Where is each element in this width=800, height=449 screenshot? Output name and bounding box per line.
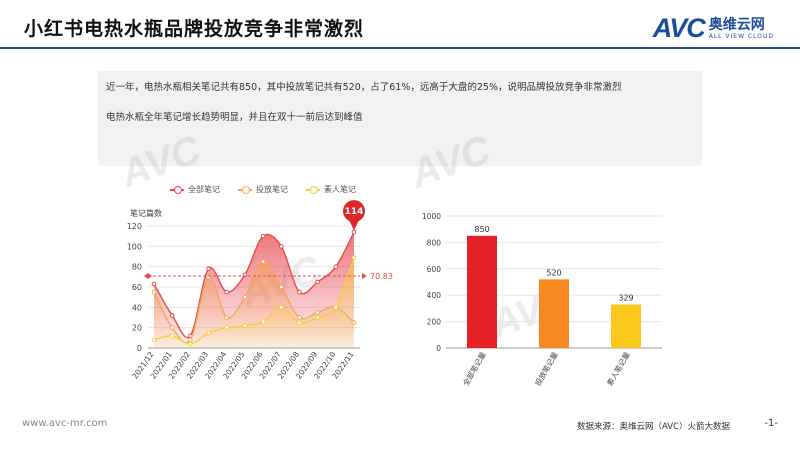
data-point (169, 313, 175, 318)
y-tick-label: 100 (127, 242, 142, 251)
data-point (333, 264, 339, 269)
logo-cn: 奥维云网 (708, 17, 765, 33)
data-point (297, 320, 302, 325)
data-point (260, 259, 266, 264)
data-point (224, 325, 230, 330)
average-label: 70.83 (370, 272, 393, 281)
data-point (315, 310, 320, 315)
bar-y-tick-label: 800 (427, 238, 442, 247)
logo-mark: AVC (652, 13, 706, 43)
data-point (224, 315, 230, 320)
title-divider (0, 47, 800, 49)
bar-y-tick-label: 200 (427, 318, 442, 327)
data-point (242, 323, 248, 328)
bar-category-label: 素人笔记量 (604, 350, 632, 388)
data-point (260, 233, 266, 239)
data-point (151, 289, 157, 295)
bar-value-label: 520 (546, 268, 561, 277)
y-tick-label: 0 (137, 344, 142, 353)
footer-site[interactable]: www.avc-mr.com (22, 418, 107, 429)
y-axis-title: 笔记篇数 (130, 208, 162, 218)
average-arrow (362, 272, 367, 279)
data-point (188, 337, 193, 343)
y-tick-label: 120 (127, 222, 142, 231)
logo-en: ALL VIEW CLOUD (708, 33, 774, 40)
bar-y-tick-label: 0 (436, 344, 441, 353)
bar-category-label: 全部笔记量 (460, 350, 488, 388)
data-point (206, 266, 211, 271)
notes-trend-chart: 笔记篇数02040608010012070.831142021/122022/0… (127, 200, 393, 381)
notes-total-bar-chart: 0 200 400 600 800 1000 850 全部笔记量 520 投放笔记量 329 素人笔记… (422, 212, 662, 388)
data-point (315, 279, 320, 285)
bar-value-label: 329 (618, 294, 633, 303)
data-point (169, 325, 175, 330)
y-tick-label: 80 (132, 263, 142, 272)
bar (539, 279, 569, 348)
data-point (297, 289, 302, 295)
bar (611, 304, 641, 348)
avc-logo: AVC 奥维云网 ALL VIEW CLOUD (653, 13, 774, 44)
data-point (242, 294, 248, 300)
data-point (224, 289, 230, 295)
bar-value-label: 850 (474, 225, 489, 234)
data-point (260, 319, 266, 324)
data-point (278, 284, 284, 290)
data-point (169, 333, 175, 339)
page-number: -1- (764, 418, 778, 429)
data-point (315, 315, 320, 320)
data-point (333, 305, 339, 310)
data-point (297, 315, 302, 320)
y-tick-label: 20 (132, 324, 142, 333)
peak-label: 114 (345, 207, 364, 217)
bar (467, 235, 497, 348)
y-tick-label: 60 (132, 283, 142, 292)
data-point (278, 305, 284, 310)
data-point (206, 330, 211, 336)
bar-y-tick-label: 1000 (422, 212, 441, 221)
summary-line-1: 近一年，电热水瓶相关笔记共有850，其中投放笔记共有520，占了61%，远高于大… (106, 82, 622, 93)
footer-source: 数据来源：奥维云网（AVC）火箭大数据 (576, 422, 730, 432)
bar-category-label: 投放笔记量 (532, 350, 560, 388)
y-tick-label: 40 (132, 303, 142, 312)
data-point (351, 229, 357, 235)
average-marker (144, 272, 152, 279)
summary-line-2: 电热水瓶全年笔记增长趋势明显，并且在双十一前后达到峰值 (106, 112, 363, 123)
data-point (151, 281, 157, 287)
bar-y-tick-label: 600 (427, 265, 442, 274)
summary-box: 近一年，电热水瓶相关笔记共有850，其中投放笔记共有520，占了61%，远高于大… (98, 71, 702, 166)
page-title: 小红书电热水瓶品牌投放竞争非常激烈 (24, 18, 365, 40)
data-point (351, 255, 357, 260)
data-point (188, 341, 193, 347)
bar-y-tick-label: 400 (427, 291, 442, 300)
logo-text: 奥维云网 ALL VIEW CLOUD (709, 17, 774, 40)
data-point (151, 337, 157, 343)
data-point (278, 244, 284, 249)
